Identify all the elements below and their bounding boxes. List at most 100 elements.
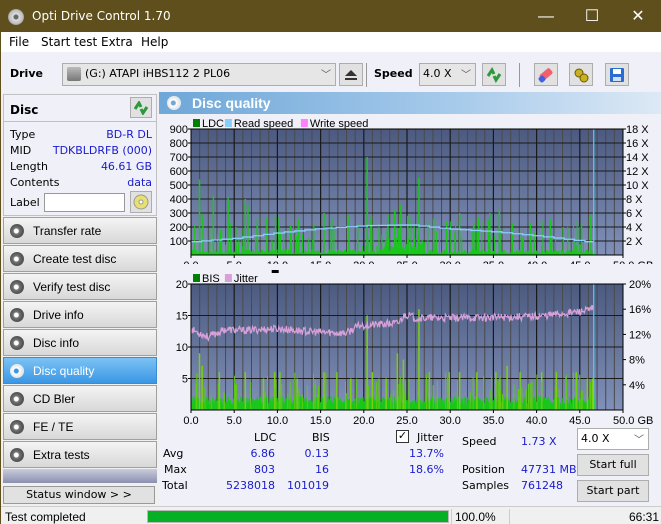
bis-bar bbox=[508, 400, 510, 410]
bis-spike bbox=[469, 392, 471, 410]
eject-button[interactable] bbox=[339, 63, 363, 86]
nav-extra-tests[interactable]: Extra tests bbox=[3, 441, 157, 468]
divider bbox=[509, 509, 510, 524]
bis-bar bbox=[509, 402, 511, 410]
menu-extra[interactable]: Extra bbox=[101, 35, 133, 49]
y-tick-label-left: 100 bbox=[170, 236, 188, 248]
bis-bar bbox=[213, 403, 215, 410]
ldc-bar bbox=[359, 251, 361, 255]
bis-bar bbox=[338, 399, 340, 410]
disc-label-button[interactable] bbox=[130, 191, 152, 213]
ldc-spike bbox=[540, 245, 542, 255]
start-full-button[interactable]: Start full bbox=[577, 454, 649, 476]
bis-bar bbox=[283, 402, 285, 410]
start-part-button[interactable]: Start part bbox=[577, 480, 649, 502]
bis-bar bbox=[568, 396, 571, 410]
nav-fe-te[interactable]: FE / TE bbox=[3, 413, 157, 440]
bis-bar bbox=[421, 402, 423, 410]
nav-disc-info[interactable]: Disc info bbox=[3, 329, 157, 356]
bis-bar bbox=[503, 400, 505, 410]
ldc-bar bbox=[444, 250, 446, 255]
test-speed-select[interactable]: 4.0 X ﹀ bbox=[577, 428, 649, 450]
bis-bar bbox=[258, 398, 261, 410]
ldc-spike bbox=[432, 218, 435, 255]
bis-bar bbox=[439, 403, 441, 410]
bis-bar bbox=[255, 398, 257, 410]
y-tick-label-right: 16% bbox=[629, 304, 651, 316]
settings-button[interactable] bbox=[569, 63, 593, 86]
bis-spike bbox=[447, 377, 449, 410]
ldc-bar bbox=[558, 250, 560, 255]
app-disc-icon bbox=[8, 9, 24, 25]
disc-refresh-button[interactable] bbox=[130, 97, 152, 118]
bis-bar bbox=[209, 403, 211, 410]
ldc-bar bbox=[429, 250, 432, 255]
jitter-checkbox[interactable]: ✓ bbox=[396, 430, 409, 443]
disc-length-value: 46.61 GB bbox=[100, 160, 152, 173]
x-tick-label: 10.0 bbox=[267, 415, 288, 424]
nav-disc-quality[interactable]: Disc quality bbox=[3, 357, 157, 384]
bis-spike bbox=[499, 376, 501, 410]
bis-bar bbox=[253, 400, 255, 410]
menu-file[interactable]: File bbox=[9, 35, 29, 49]
bis-bar bbox=[272, 397, 274, 410]
save-button[interactable] bbox=[605, 63, 629, 86]
bis-spike bbox=[531, 381, 533, 410]
refresh-button[interactable] bbox=[482, 63, 506, 86]
bis-bar bbox=[464, 397, 466, 410]
minimize-button[interactable]: — bbox=[523, 5, 569, 29]
nav-drive-info[interactable]: Drive info bbox=[3, 301, 157, 328]
menu-help[interactable]: Help bbox=[141, 35, 168, 49]
ldc-spike bbox=[590, 215, 592, 255]
drive-select[interactable]: (G:) ATAPI iHBS112 2 PL06 ﹀ bbox=[62, 63, 336, 86]
bis-bar bbox=[230, 403, 233, 410]
bis-spike bbox=[576, 374, 578, 410]
ldc-bar bbox=[260, 249, 263, 255]
close-button[interactable]: ✕ bbox=[615, 5, 661, 29]
bis-bar bbox=[332, 402, 334, 410]
maximize-button[interactable]: ☐ bbox=[569, 5, 615, 29]
progress-fill bbox=[148, 511, 448, 522]
ldc-bar bbox=[273, 250, 275, 255]
bis-bar bbox=[450, 397, 452, 410]
bis-spike bbox=[378, 378, 380, 410]
ldc-spike bbox=[220, 244, 222, 255]
ldc-spike bbox=[348, 237, 350, 255]
bis-bar bbox=[484, 397, 487, 410]
bis-bar bbox=[416, 401, 418, 410]
disc-length-key: Length bbox=[10, 160, 48, 173]
bis-bar bbox=[415, 402, 417, 410]
menu-start-test[interactable]: Start test bbox=[41, 35, 97, 49]
status-window-button[interactable]: Status window > > bbox=[3, 486, 155, 504]
ldc-spike bbox=[213, 228, 215, 255]
bis-bar bbox=[353, 400, 355, 410]
nav-transfer-rate[interactable]: Transfer rate bbox=[3, 217, 157, 244]
bis-bar bbox=[546, 399, 548, 410]
bis-bar bbox=[315, 397, 318, 410]
bis-bar bbox=[334, 398, 336, 410]
bis-spike bbox=[318, 386, 320, 410]
ldc-spike bbox=[397, 228, 399, 255]
speed-select[interactable]: 4.0 X ﹀ bbox=[419, 63, 476, 86]
bis-spike bbox=[376, 382, 378, 410]
bis-bar bbox=[252, 399, 254, 410]
nav-cd-bler[interactable]: CD Bler bbox=[3, 385, 157, 412]
disc-label-input[interactable] bbox=[44, 193, 125, 212]
bis-bar bbox=[243, 402, 245, 410]
legend-swatch bbox=[193, 119, 200, 127]
ldc-spike bbox=[562, 227, 565, 255]
bis-bar bbox=[232, 398, 235, 410]
bis-bar bbox=[451, 400, 453, 410]
bis-spike bbox=[314, 380, 316, 410]
disc-type-key: Type bbox=[10, 128, 36, 141]
ldc-bar bbox=[195, 249, 197, 255]
nav-verify-test-disc[interactable]: Verify test disc bbox=[3, 273, 157, 300]
bis-bar bbox=[562, 402, 564, 410]
nav-create-test-disc[interactable]: Create test disc bbox=[3, 245, 157, 272]
x-tick-label: 45.0 bbox=[569, 415, 590, 424]
bis-bar bbox=[411, 401, 413, 410]
bis-spike bbox=[586, 378, 589, 410]
erase-button[interactable] bbox=[534, 63, 558, 86]
bis-bar bbox=[270, 398, 272, 410]
ldc-bar bbox=[344, 250, 347, 255]
